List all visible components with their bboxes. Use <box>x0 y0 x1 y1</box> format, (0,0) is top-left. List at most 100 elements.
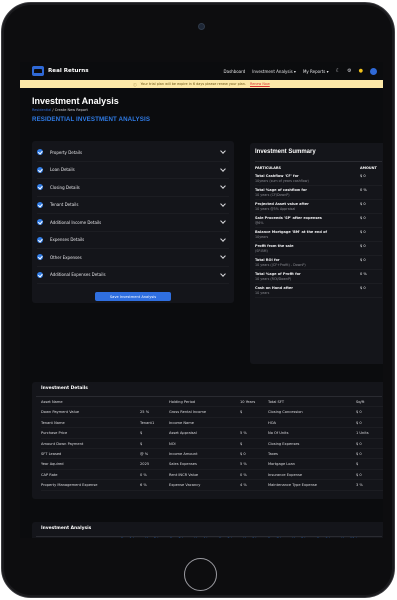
accordion-label: Other Expenses <box>50 254 82 260</box>
warning-icon: ⓘ <box>133 82 137 87</box>
avatar[interactable] <box>370 67 377 75</box>
chevron-down-icon[interactable] <box>220 235 226 242</box>
detail-value: $ 0 <box>356 407 383 418</box>
summary-title: Investment Summary <box>255 149 382 162</box>
detail-value: $ <box>356 459 383 470</box>
accordion-tenant-details[interactable]: Tenant Details <box>37 197 229 214</box>
accordion-additional-expenses-details[interactable]: Additional Expenses Details <box>37 267 229 284</box>
detail-value: 5 % <box>240 459 268 470</box>
summary-sublabel: 10 years ((CF+Profit) - DownP) <box>255 263 306 267</box>
chevron-down-icon[interactable] <box>220 165 226 172</box>
detail-label: Income Amount <box>169 449 240 460</box>
summary-sublabel: 10 years @5% Appraisal <box>255 207 296 211</box>
accordion-label: Additional Income Details <box>50 219 102 225</box>
summary-amount: $ 0 <box>360 244 366 248</box>
nav-dashboard[interactable]: Dashboard <box>224 69 246 74</box>
home-button[interactable] <box>184 558 217 591</box>
details-title: Investment Details <box>36 386 382 397</box>
analysis-header: Year 9 Lease <box>317 537 342 538</box>
detail-value: 4 % <box>240 480 268 491</box>
summary-row: Projected Asset value after 10 years @5% … <box>255 200 382 214</box>
accordion-other-expenses[interactable]: Other Expenses <box>37 249 229 267</box>
summary-label: Total %age of Profit for <box>255 272 301 276</box>
summary-label: Profit from the sale <box>255 244 294 248</box>
summary-amount: $ 0 <box>360 258 366 262</box>
chevron-down-icon[interactable] <box>220 253 226 260</box>
chevron-down-icon[interactable] <box>220 183 226 190</box>
accordion-label: Closing Details <box>50 184 80 190</box>
summary-header: PARTICULARS AMOUNT <box>255 162 382 172</box>
detail-value: Tenant1 <box>140 418 169 429</box>
accordion-label: Loan Details <box>50 167 75 173</box>
analysis-header: Tenant Name <box>41 537 121 538</box>
detail-value: 2025 <box>140 459 169 470</box>
renew-link[interactable]: Renew Now <box>250 82 270 86</box>
detail-label: Income Name <box>169 418 240 429</box>
summary-row-label: Cash on Hand after 10 years <box>255 286 353 295</box>
chevron-down-icon[interactable] <box>220 200 226 207</box>
check-icon <box>37 236 43 243</box>
detail-value: 5 % <box>240 428 268 439</box>
check-icon <box>37 201 43 208</box>
detail-value: Sq/ft <box>356 397 383 408</box>
summary-row-label: Total %age of Profit for 10 years (ROI/Do… <box>255 272 353 281</box>
analysis-table: Tenant NameYear 1 LeaseYear 2 LeaseYear … <box>36 537 382 538</box>
summary-row-label: Total %age of cashflow for 10 years (CF/D… <box>255 188 353 197</box>
accordion-additional-income-details[interactable]: Additional Income Details <box>37 214 229 232</box>
summary-sublabel: 10years <box>255 235 269 239</box>
chevron-down-icon[interactable] <box>220 218 226 225</box>
chevron-down-icon[interactable] <box>220 270 226 277</box>
investment-summary-card: Investment Summary PARTICULARS AMOUNT To… <box>250 143 383 364</box>
detail-label: Holding Period <box>169 397 240 408</box>
accordion-label: Expenses Details <box>50 237 85 243</box>
summary-label: Cash on Hand after <box>255 286 294 290</box>
banner-text: Your trial plan will be expire in 6 days… <box>140 82 246 86</box>
summary-sublabel: (SP-BM) <box>255 249 268 253</box>
summary-amount: 0 % <box>360 188 367 192</box>
accordion-loan-details[interactable]: Loan Details <box>37 162 229 179</box>
detail-label: Rent INCR Value <box>169 470 240 481</box>
detail-value: $ <box>140 428 169 439</box>
accordion-expenses-details[interactable]: Expenses Details <box>37 232 229 249</box>
moon-icon[interactable]: ☾ <box>336 68 340 74</box>
accordion-closing-details[interactable]: Closing Details <box>37 179 229 197</box>
chevron-down-icon[interactable] <box>220 148 226 155</box>
section-title: RESIDENTIAL INVESTMENT ANALYSIS <box>32 116 151 123</box>
summary-label: Balance Mortgage 'BM' at the end of <box>255 230 328 234</box>
detail-value: 1 Units <box>356 428 383 439</box>
summary-row-label: Projected Asset value after 10 years @5% … <box>255 202 353 211</box>
detail-value: 0 % <box>240 470 268 481</box>
summary-row: Total ROI for 10 years ((CF+Profit) - Dow… <box>255 256 382 270</box>
trial-banner: ⓘ Your trial plan will be expire in 6 da… <box>20 80 383 88</box>
accordion-property-details[interactable]: Property Details <box>37 144 229 162</box>
detail-value: 3 % <box>356 480 383 491</box>
bell-icon[interactable]: ● <box>359 68 363 74</box>
breadcrumb-separator: / <box>52 108 54 112</box>
detail-label: Taxes <box>268 449 356 460</box>
summary-amount: $ 0 <box>360 202 366 206</box>
detail-value: $ 0 <box>240 449 268 460</box>
nav-investment-analysis[interactable]: Investment Analysis ▾ <box>252 69 296 74</box>
detail-label: Insurance Expense <box>268 470 356 481</box>
detail-label: Asset Name <box>41 397 140 408</box>
gear-icon[interactable]: ⚙ <box>347 68 351 74</box>
detail-label: Year Aquired <box>41 459 140 470</box>
analysis-header: Year 6 Lease <box>244 537 269 538</box>
nav-my-reports[interactable]: My Reports ▾ <box>303 69 329 74</box>
page-title: Investment Analysis <box>32 96 119 106</box>
detail-value: @ % <box>140 449 169 460</box>
detail-label: NOI <box>169 439 240 449</box>
investment-details-card: Investment Details Asset Name Holding Per… <box>32 382 383 499</box>
summary-label: Total ROI for <box>255 258 280 262</box>
details-table: Asset Name Holding Period 10 Years Total SF… <box>36 397 383 491</box>
save-investment-analysis-button[interactable]: Save Investment Analysis <box>95 292 171 301</box>
check-icon <box>37 149 43 156</box>
camera-icon <box>198 23 205 30</box>
detail-label: CAP Rate <box>41 470 140 481</box>
detail-label: Purchase Price <box>41 428 140 439</box>
analysis-form-accordion: Property Details Loan Details Closing De… <box>32 141 234 303</box>
breadcrumb-residential[interactable]: Residential <box>32 108 51 112</box>
detail-label: HOA <box>268 418 356 429</box>
summary-row: Total Cashflow 'CF' for 10years (sum of y… <box>255 172 382 186</box>
summary-row: Cash on Hand after 10 years $ 0 <box>255 284 382 298</box>
